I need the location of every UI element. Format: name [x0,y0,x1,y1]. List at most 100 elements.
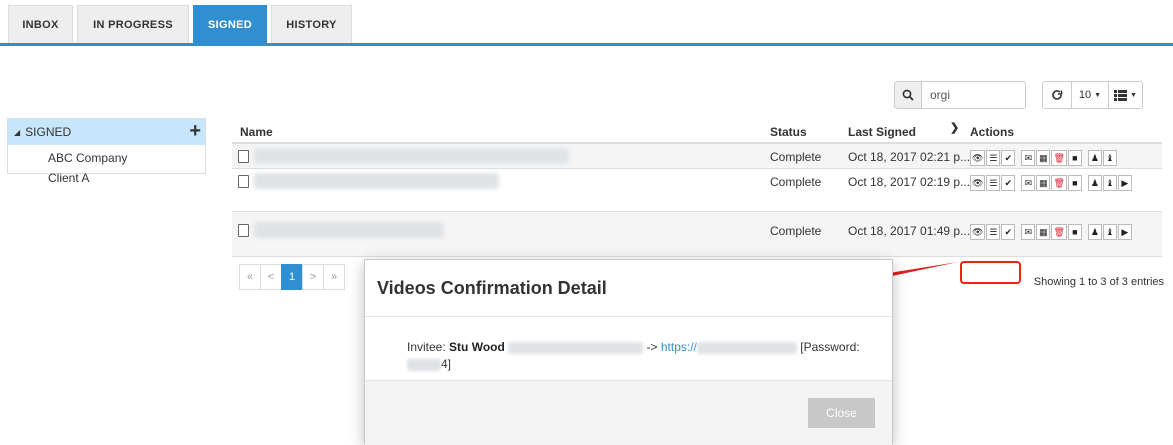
tab-signed[interactable]: SIGNED [193,5,267,44]
trash-icon[interactable]: 🗑 [1051,150,1067,166]
row-actions: 👁 ☰ ✔ ✉ ▦ 🗑 ■ ♟ ♝ ▶ [970,175,1160,193]
close-button[interactable]: Close [808,398,875,428]
user-icon[interactable]: ♟ [1087,150,1102,166]
invitee-name: Stu Wood [449,340,505,354]
last-signed-cell: Oct 18, 2017 01:49 p.... [848,224,974,238]
email-icon[interactable]: ✉ [1021,224,1036,240]
view-binoculars-icon[interactable]: 👁 [970,224,986,240]
sort-chevron-icon[interactable]: ❯ [950,121,959,134]
invitee-label: Invitee: [407,340,446,354]
video-link-prefix: https:// [660,340,697,354]
tab-history[interactable]: HISTORY [271,5,352,44]
video-camera-icon[interactable]: ▶ [1117,224,1132,240]
search-group [894,81,1026,109]
calendar-icon[interactable]: ▦ [1036,150,1051,166]
calendar-icon[interactable]: ▦ [1036,175,1051,191]
document-icon [238,150,249,163]
table-tools: 10 ▼ ▼ [1042,81,1143,109]
status-cell: Complete [770,150,822,164]
table-row[interactable]: Complete Oct 18, 2017 02:21 p.... 👁 ☰ ✔ … [232,144,1162,169]
user-icon[interactable]: ♟ [1087,175,1102,191]
row-actions: 👁 ☰ ✔ ✉ ▦ 🗑 ■ ♟ ♝ ▶ [970,224,1160,242]
page-last-button[interactable]: » [323,264,345,290]
user-tie-icon[interactable]: ♝ [1102,224,1117,240]
user-icon[interactable]: ♟ [1087,224,1102,240]
video-link[interactable]: https:// [661,340,797,354]
refresh-icon [1052,90,1063,100]
password-suffix: 4] [441,357,452,371]
modal-body: Invitee: Stu Wood -> https:// [Password:… [407,339,877,373]
status-cell: Complete [770,224,822,238]
folder-icon[interactable]: ■ [1067,224,1082,240]
table-row[interactable]: Complete Oct 18, 2017 01:49 p.... 👁 ☰ ✔ … [232,212,1162,257]
checkmark-icon[interactable]: ✔ [1001,150,1016,166]
tab-in-progress[interactable]: IN PROGRESS [77,5,189,44]
page-1-button[interactable]: 1 [281,264,303,290]
refresh-button[interactable] [1042,81,1072,109]
status-cell: Complete [770,175,822,189]
page-prev-button[interactable]: < [260,264,282,290]
column-header-status[interactable]: Status [770,125,807,139]
redacted-email [508,341,644,354]
tree-root-label: SIGNED [25,125,72,139]
page-first-button[interactable]: « [239,264,261,290]
collapse-triangle-icon[interactable]: ◢ [14,128,20,137]
list-view-icon [1114,89,1128,101]
email-icon[interactable]: ✉ [1021,150,1036,166]
redacted-document-name [254,173,499,189]
folder-icon[interactable]: ■ [1067,175,1082,191]
view-binoculars-icon[interactable]: 👁 [970,150,986,166]
search-button[interactable] [894,81,922,109]
redacted-document-name [254,222,444,238]
search-icon [902,89,914,101]
checkmark-icon[interactable]: ✔ [1001,224,1016,240]
calendar-icon[interactable]: ▦ [1036,224,1051,240]
videos-confirmation-modal: Videos Confirmation Detail Invitee: Stu … [364,259,893,445]
add-folder-icon[interactable]: + [189,121,201,141]
modal-footer-divider [365,380,892,381]
modal-header-divider [365,316,892,317]
tab-inbox[interactable]: INBOX [8,5,73,44]
tree-root-signed[interactable]: ◢ SIGNED [8,119,205,145]
trash-icon[interactable]: 🗑 [1051,175,1067,191]
document-icon [238,224,249,237]
redacted-link [696,341,797,354]
trash-icon[interactable]: 🗑 [1051,224,1067,240]
column-header-last-signed[interactable]: Last Signed [848,125,916,139]
tree-item-abc-company[interactable]: ABC Company [8,148,205,168]
tree-item-client-a[interactable]: Client A [8,168,205,188]
page-size-value: 10 [1078,89,1092,101]
list-details-icon[interactable]: ☰ [986,150,1001,166]
list-details-icon[interactable]: ☰ [986,224,1001,240]
checkmark-icon[interactable]: ✔ [1001,175,1016,191]
last-signed-cell: Oct 18, 2017 02:19 p.... [848,175,974,189]
redacted-document-name [254,148,569,164]
arrow-text: -> [646,340,658,354]
pagination: « < 1 > » [239,264,345,290]
column-header-actions: Actions [970,125,1015,139]
caret-down-icon: ▼ [1094,91,1102,99]
user-tie-icon[interactable]: ♝ [1102,150,1117,166]
entries-summary: Showing 1 to 3 of 3 entries [1033,276,1164,288]
row-actions: 👁 ☰ ✔ ✉ ▦ 🗑 ■ ♟ ♝ [970,150,1160,168]
search-input[interactable] [922,81,1026,109]
column-header-name[interactable]: Name [240,125,273,139]
user-tie-icon[interactable]: ♝ [1102,175,1117,191]
last-signed-cell: Oct 18, 2017 02:21 p.... [848,150,974,164]
page-next-button[interactable]: > [302,264,324,290]
page-size-dropdown[interactable]: 10 ▼ [1071,81,1109,109]
redacted-password [407,358,441,371]
documents-table: Name Status Last Signed ❯ Actions Comple… [232,118,1162,257]
video-icon-highlight [960,261,1021,284]
video-camera-icon[interactable]: ▶ [1117,175,1132,191]
tab-underline [0,43,1173,46]
list-details-icon[interactable]: ☰ [986,175,1001,191]
table-row[interactable]: Complete Oct 18, 2017 02:19 p.... 👁 ☰ ✔ … [232,169,1162,212]
columns-dropdown[interactable]: ▼ [1108,81,1143,109]
tab-bar: INBOX IN PROGRESS SIGNED HISTORY [8,5,356,44]
view-binoculars-icon[interactable]: 👁 [970,175,986,191]
modal-footer: Close [365,380,892,445]
document-icon [238,175,249,188]
email-icon[interactable]: ✉ [1021,175,1036,191]
folder-icon[interactable]: ■ [1067,150,1082,166]
